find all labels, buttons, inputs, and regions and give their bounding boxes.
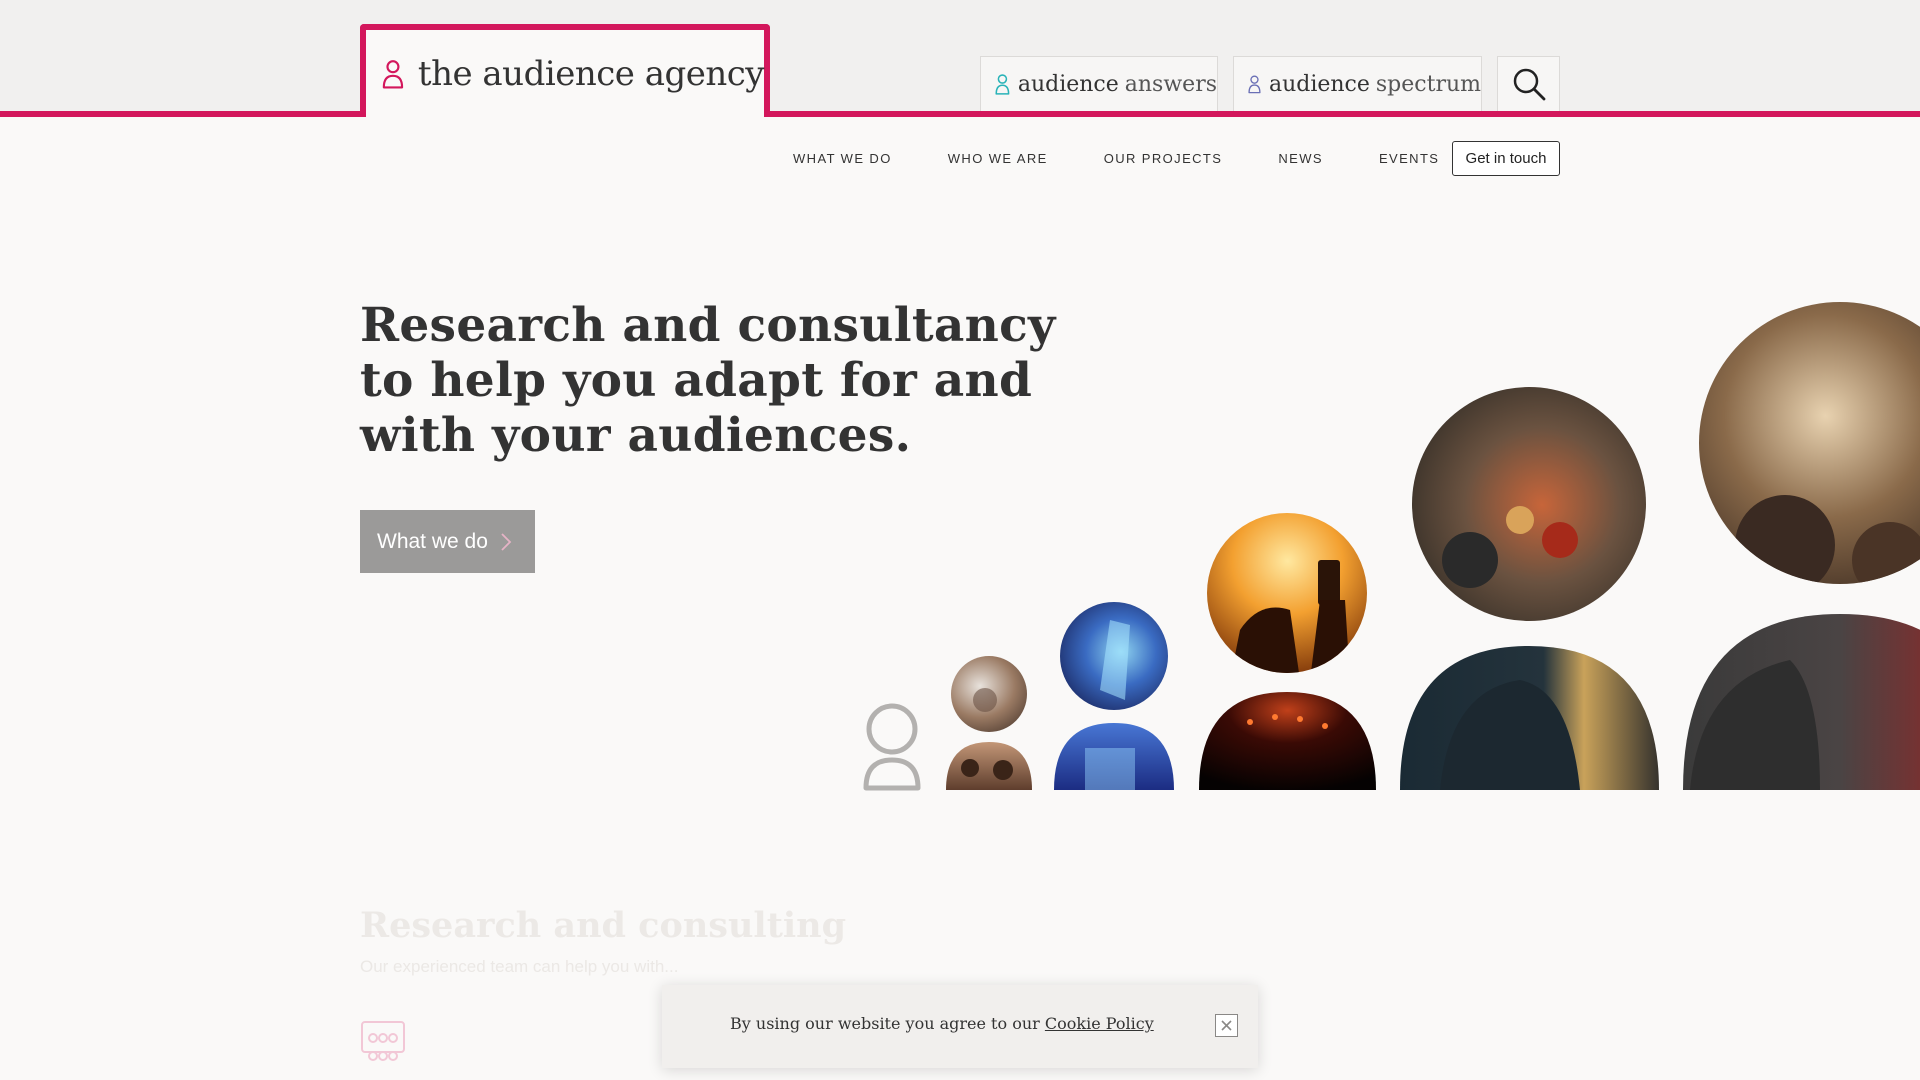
cookie-close-button[interactable] <box>1215 1014 1238 1037</box>
search-icon <box>1513 68 1545 101</box>
section-title: Research and consulting <box>360 905 847 946</box>
cookie-policy-link[interactable]: Cookie Policy <box>1045 1014 1154 1033</box>
product-name-light: answers <box>1124 71 1217 97</box>
what-we-do-label: What we do <box>377 529 488 553</box>
audience-spectrum-tab[interactable]: audience spectrum <box>1233 56 1482 111</box>
site-logo[interactable]: the audience agency <box>360 24 770 117</box>
nav-item-what-we-do[interactable]: WHAT WE DO <box>793 151 892 166</box>
nav-item-events[interactable]: EVENTS <box>1379 151 1439 166</box>
product-name-bold: audience <box>1017 71 1119 97</box>
person-icon <box>1248 75 1261 94</box>
logo-text: the audience agency <box>417 53 765 94</box>
cookie-banner: By using our website you agree to our Co… <box>662 985 1258 1068</box>
hero-title: Research and consultancy to help you ada… <box>360 298 1056 463</box>
section-subtitle: Our experienced team can help you with..… <box>360 957 679 976</box>
main-nav: WHAT WE DO WHO WE ARE OUR PROJECTS NEWS … <box>780 140 1495 176</box>
search-button[interactable] <box>1497 56 1560 111</box>
close-icon <box>1221 1020 1232 1031</box>
cookie-text: By using our website you agree to our <box>730 1014 1045 1033</box>
product-name-bold: audience <box>1268 71 1370 97</box>
nav-item-who-we-are[interactable]: WHO WE ARE <box>948 151 1048 166</box>
nav-item-news[interactable]: NEWS <box>1278 151 1323 166</box>
cookie-message: By using our website you agree to our Co… <box>730 1014 1154 1033</box>
what-we-do-button[interactable]: What we do <box>360 510 535 573</box>
nav-item-our-projects[interactable]: OUR PROJECTS <box>1104 151 1223 166</box>
person-icon <box>995 74 1010 95</box>
product-name-light: spectrum <box>1375 71 1481 97</box>
header-brand-line <box>0 111 1920 117</box>
audience-group-icon <box>361 1021 405 1061</box>
audience-answers-tab[interactable]: audience answers <box>980 56 1218 111</box>
get-in-touch-button[interactable]: Get in touch <box>1452 141 1560 176</box>
person-icon <box>382 59 404 88</box>
header-band <box>0 0 1920 111</box>
chevron-right-icon <box>501 532 512 551</box>
